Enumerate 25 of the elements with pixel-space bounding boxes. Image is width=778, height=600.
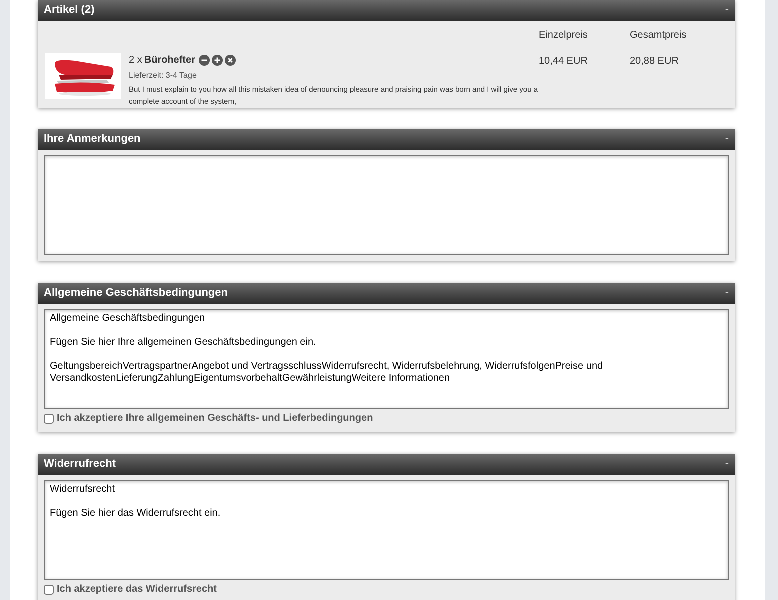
checkbox[interactable]	[44, 414, 54, 424]
text-area[interactable]	[44, 155, 729, 255]
checkbox-label: Ich akzeptiere das Widerrufsrecht	[57, 583, 217, 597]
collapse-button[interactable]: -	[725, 5, 729, 16]
total-price: 20,88 EUR	[630, 55, 680, 69]
text-area[interactable]: Allgemeine Geschäftsbedingungen Fügen Sie hier Ihre allgemeinen Geschäftsbedingungen ein. GeltungsbereichVertragspartnerAngebot und VertragsschlussWiderrufsrecht, Widerrufsbelehrung, WiderrufsfolgenPreise und VersandkostenLieferungZahlungEigentumsvorbehaltGewährleistungWeitere Informationen	[44, 309, 729, 409]
panel-title: Artikel (2)	[44, 3, 95, 18]
column-header: Einzelpreis	[539, 29, 589, 43]
minus-icon[interactable]	[199, 55, 210, 66]
plus-icon[interactable]	[212, 55, 224, 66]
unit-price: 10,44 EUR	[539, 55, 589, 69]
remove-icon[interactable]	[225, 55, 236, 66]
checkbox[interactable]	[44, 584, 54, 594]
panel-title: Widerrufrecht	[44, 457, 116, 472]
text-area[interactable]: Widerrufsrecht Fügen Sie hier das Widerrufsrecht ein.	[44, 480, 729, 580]
delivery-time: Lieferzeit: 3-4 Tage	[129, 70, 198, 82]
collapse-button[interactable]: -	[725, 288, 729, 299]
product-name: Bürohefter	[144, 54, 196, 68]
collapse-button[interactable]: -	[725, 134, 729, 145]
panel-title: Ihre Anmerkungen	[44, 132, 141, 148]
panel-title: Allgemeine Geschäftsbedingungen	[44, 286, 228, 302]
collapse-button[interactable]: -	[725, 459, 729, 470]
checkbox-label: Ich akzeptiere Ihre allgemeinen Geschäfts- und Lieferbedingungen	[57, 412, 374, 426]
column-header: Gesamtpreis	[630, 29, 688, 43]
quantity: 2 x	[129, 54, 142, 68]
